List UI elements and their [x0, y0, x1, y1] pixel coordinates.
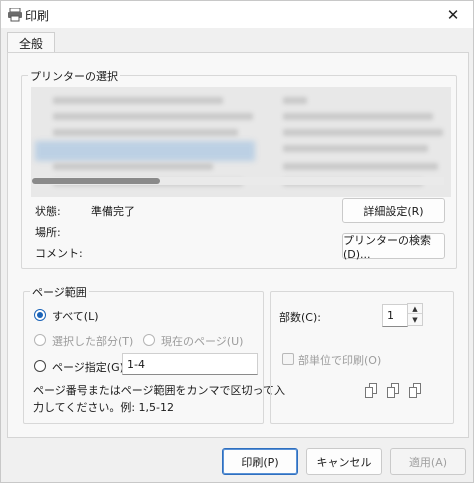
printer-list-scrollbar[interactable]	[32, 177, 444, 185]
spin-down-button[interactable]: ▼	[408, 315, 422, 325]
printer-list-item[interactable]	[283, 129, 443, 136]
apply-button[interactable]: 適用(A)	[390, 448, 466, 475]
print-dialog: 印刷 ✕ 全般 プリンターの選択 状態: 準備完了 場所: コメント: 詳細設定…	[0, 0, 474, 483]
printer-list-item[interactable]	[53, 163, 213, 170]
print-button-label: 印刷(P)	[241, 455, 279, 469]
title-bar: 印刷 ✕	[1, 1, 473, 28]
printer-list-item[interactable]	[283, 113, 433, 120]
printer-list-item[interactable]	[53, 113, 253, 120]
find-printer-button-label: プリンターの検索(D)...	[343, 233, 431, 261]
page-range-note-line1: ページ番号またはページ範囲をカンマで区切って入	[33, 384, 286, 397]
radio-page-range[interactable]	[34, 360, 46, 372]
cancel-button[interactable]: キャンセル	[306, 448, 382, 475]
all-pages-label[interactable]: すべて(L)	[52, 308, 99, 324]
printer-icon	[8, 8, 22, 22]
preferences-button[interactable]: 詳細設定(R)	[342, 198, 445, 223]
selection-label[interactable]: 選択した部分(T)	[52, 333, 133, 349]
tab-label: 全般	[18, 36, 43, 51]
printer-list-item-selected[interactable]	[35, 141, 255, 161]
collate-pages-icon	[363, 379, 429, 401]
apply-button-label: 適用(A)	[408, 455, 448, 469]
scrollbar-thumb[interactable]	[32, 178, 160, 184]
current-page-label[interactable]: 現在のページ(U)	[161, 333, 243, 349]
printer-selection-label: プリンターの選択	[28, 68, 120, 84]
window-title: 印刷	[25, 9, 50, 23]
chevron-up-icon: ▲	[412, 304, 418, 313]
spin-up-button[interactable]: ▲	[408, 304, 422, 314]
page-range-note-line2: 力してください。例: 1,5-12	[33, 401, 175, 414]
printer-list-item[interactable]	[283, 163, 438, 170]
printer-list-item[interactable]	[53, 97, 223, 104]
radio-current-page[interactable]	[143, 334, 155, 346]
collate-label[interactable]: 部単位で印刷(O)	[298, 352, 381, 368]
copies-spinner[interactable]: ▲ ▼	[407, 303, 423, 326]
close-icon: ✕	[446, 5, 460, 24]
printer-list-item[interactable]	[283, 97, 307, 104]
radio-all-pages[interactable]	[34, 309, 46, 321]
copies-label: 部数(C):	[279, 311, 321, 324]
page-range-radio-label[interactable]: ページ指定(G):	[52, 359, 128, 375]
find-printer-button[interactable]: プリンターの検索(D)...	[342, 233, 445, 261]
status-label: 状態:	[35, 205, 61, 218]
status-value: 準備完了	[91, 205, 135, 218]
page-icon	[387, 387, 395, 398]
chevron-down-icon: ▼	[412, 316, 418, 324]
page-range-label: ページ範囲	[30, 284, 89, 300]
page-icon	[365, 387, 373, 398]
location-label: 場所:	[35, 226, 61, 239]
page-range-input[interactable]	[122, 353, 258, 375]
tab-general[interactable]: 全般	[7, 32, 55, 53]
comment-label: コメント:	[35, 247, 83, 260]
collate-checkbox[interactable]	[282, 353, 294, 365]
printer-list-item[interactable]	[53, 129, 238, 136]
preferences-button-label: 詳細設定(R)	[363, 204, 424, 218]
printer-list-item[interactable]	[283, 145, 428, 152]
page-icon	[409, 387, 417, 398]
close-button[interactable]: ✕	[433, 1, 473, 28]
radio-selection[interactable]	[34, 334, 46, 346]
copies-input[interactable]	[382, 304, 408, 327]
print-button[interactable]: 印刷(P)	[222, 448, 298, 475]
cancel-button-label: キャンセル	[316, 455, 372, 469]
